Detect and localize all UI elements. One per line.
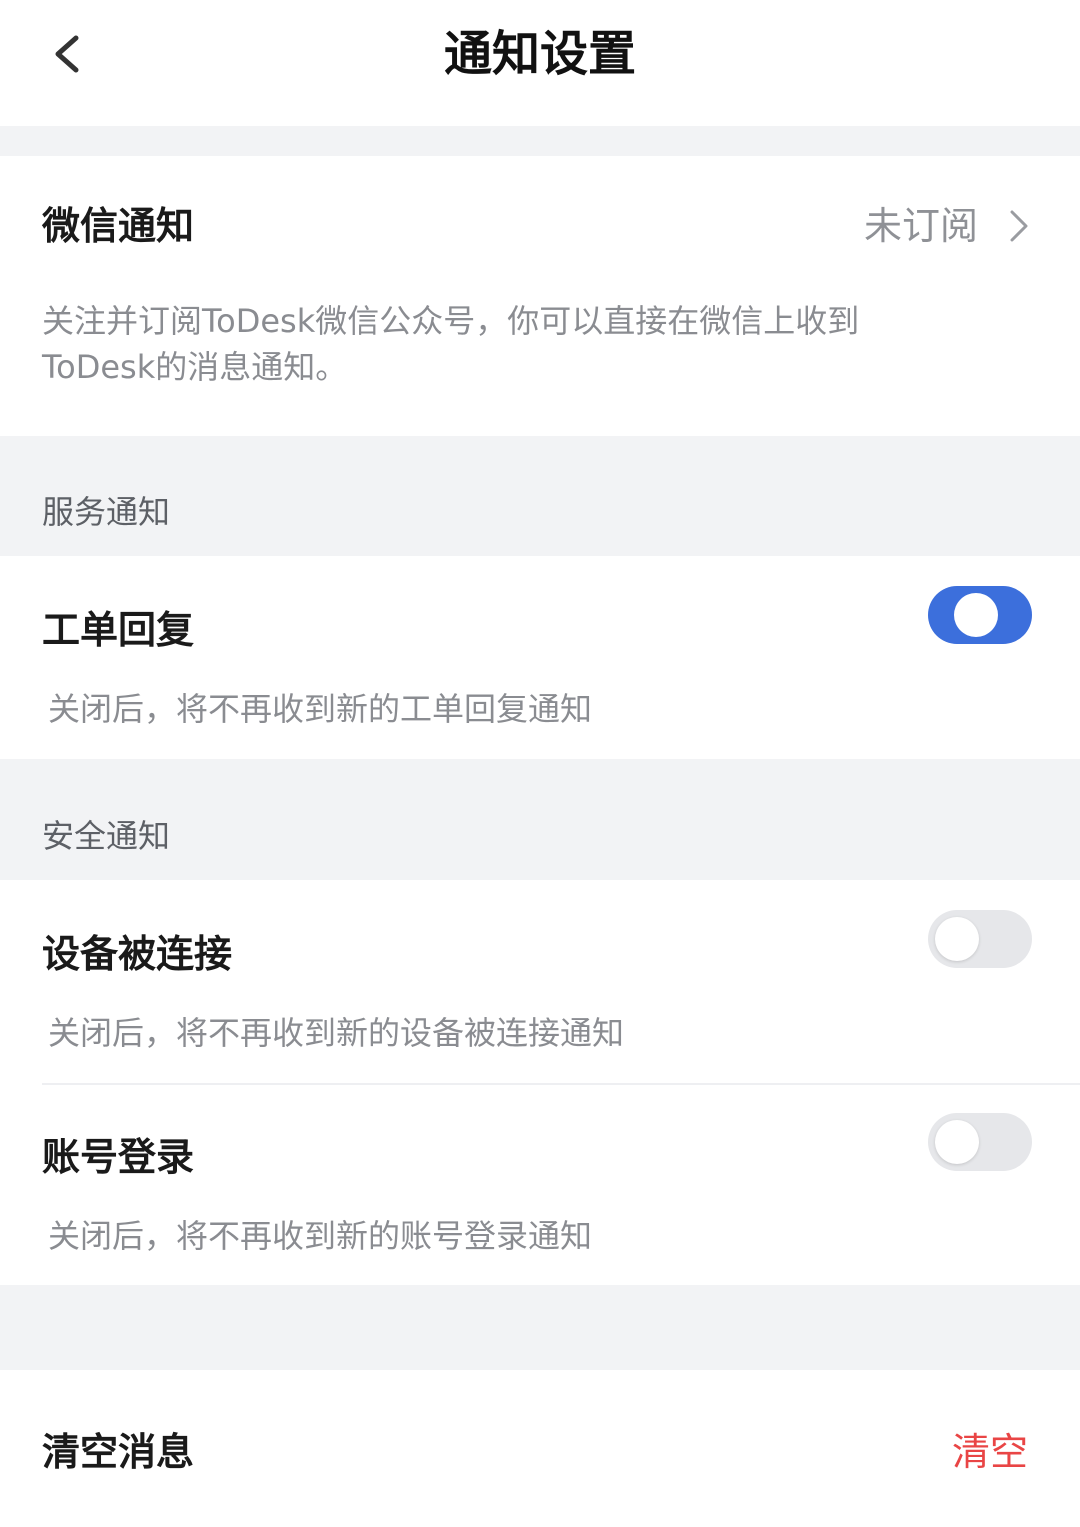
nav-bar: 通知设置 (0, 0, 1080, 126)
ticket-reply-toggle[interactable] (928, 586, 1032, 644)
account-login-title: 账号登录 (42, 1135, 195, 1179)
device-connected-title: 设备被连接 (42, 932, 233, 976)
toggle-knob (935, 1120, 979, 1164)
wechat-notification-title: 微信通知 (42, 204, 195, 248)
chevron-right-icon (1006, 206, 1032, 246)
wechat-subscribe-link[interactable]: 未订阅 (864, 200, 1032, 252)
page-title: 通知设置 (443, 26, 636, 82)
wechat-notification-description: 关注并订阅ToDesk微信公众号，你可以直接在微信上收到ToDesk的消息通知。 (42, 302, 860, 386)
security-section-title: 安全通知 (42, 817, 171, 855)
wechat-notification-card[interactable]: 微信通知 未订阅 关注并订阅ToDesk微信公众号，你可以直接在微信上收到ToD… (0, 156, 1080, 436)
subscription-status: 未订阅 (863, 204, 978, 248)
clear-button[interactable]: 清空 (952, 1426, 1028, 1478)
toggle-knob (935, 917, 979, 961)
device-connected-description: 关闭后，将不再收到新的设备被连接通知 (48, 1014, 625, 1052)
account-login-description: 关闭后，将不再收到新的账号登录通知 (48, 1217, 593, 1255)
toggle-knob (954, 593, 998, 637)
account-login-toggle[interactable] (928, 1113, 1032, 1171)
service-section-title: 服务通知 (42, 493, 171, 531)
ticket-reply-title: 工单回复 (42, 608, 195, 652)
device-connected-toggle[interactable] (928, 910, 1032, 968)
ticket-reply-description: 关闭后，将不再收到新的工单回复通知 (48, 690, 593, 728)
clear-messages-card: 清空消息 清空 (0, 1370, 1080, 1527)
clear-messages-title: 清空消息 (42, 1430, 195, 1474)
divider (42, 1083, 1080, 1085)
security-notification-card: 设备被连接 关闭后，将不再收到新的设备被连接通知 账号登录 关闭后，将不再收到新… (0, 880, 1080, 1285)
service-notification-card: 工单回复 关闭后，将不再收到新的工单回复通知 (0, 556, 1080, 759)
